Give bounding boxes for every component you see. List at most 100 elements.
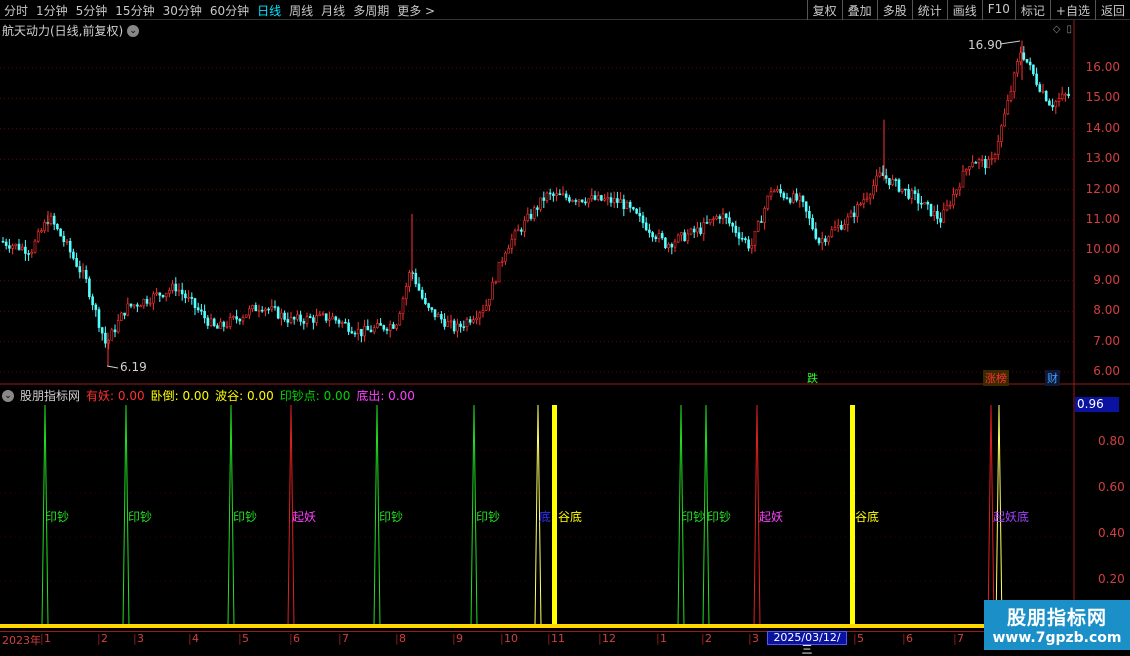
candle-body [184,293,187,299]
candle-body [337,319,341,324]
chevron-down-icon[interactable]: ⌄ [2,389,14,402]
candle-body [1032,64,1035,75]
signal-label-yinchao: 印钞 [476,510,501,524]
indicator-title-bar: ⌄ 股朋指标网 有妖: 0.00 卧倒: 0.00 波谷: 0.00 印钞点: 0.0… [2,387,415,404]
candle-body [625,201,629,210]
time-month: 12 [602,632,616,645]
candle-body [283,312,286,320]
kline-chart[interactable] [0,0,1130,650]
candle-body [78,266,82,273]
candle-body [260,309,264,312]
candle-body [81,270,85,273]
candle-body [200,309,203,312]
candle-body [584,201,587,204]
indicator-field-0: 有妖: 0.00 [86,389,145,403]
candle-body [824,238,827,242]
candle-body [350,331,354,334]
indicator-baseline [0,624,985,628]
candle-body [126,303,130,316]
die-badge[interactable]: 跌 [805,370,820,386]
candle-body [1000,125,1003,142]
watermark-name: 股朋指标网 [1006,607,1107,629]
candle-body [392,324,395,329]
candle-body [270,306,274,310]
candle-body [324,313,328,321]
candle-body [257,309,261,312]
candle-body [1064,93,1067,96]
candle-body [843,224,846,230]
candle-body [868,194,872,199]
signal-label-yinchao: 印钞 [379,510,404,524]
candle-body [686,233,690,242]
candle-body [849,212,853,218]
candle-body [977,159,981,164]
candle-body [321,313,325,316]
candle-body [865,197,869,200]
candle-body [452,320,456,332]
watermark-url: www.7gpzb.com [992,630,1122,646]
candle-body [529,213,533,219]
candle-body [532,207,536,219]
cai-badge[interactable]: 财 [1045,370,1060,386]
candle-body [155,292,158,295]
candle-body [974,162,978,164]
candle-body [654,236,658,240]
time-tick: | [289,632,293,645]
candle-body [312,317,315,323]
indicator-fields: 有妖: 0.00 卧倒: 0.00 波谷: 0.00 印钞点: 0.00 底出: 0.0… [86,387,415,404]
candle-body [180,289,184,295]
candle-body [545,192,549,201]
candle-body [939,218,942,223]
candle-body [171,283,174,291]
candle-body [715,216,718,220]
candle-body [993,154,997,159]
candle-body [628,201,632,208]
candle-body [68,241,72,253]
candle-body [692,228,696,233]
candle-body [40,230,43,233]
price-tick: 8.00 [1093,303,1120,318]
candle-body [401,298,405,314]
candle-body [1028,61,1032,66]
time-month: 1 [660,632,667,645]
candle-body [206,317,210,326]
candle-body [8,245,11,249]
candle-body [788,198,792,203]
candle-body [622,199,626,210]
time-tick: | [133,632,137,645]
candle-body [820,238,824,244]
candle-body [600,195,603,201]
candle-body [670,243,674,248]
watermark-logo: 股朋指标网 www.7gpzb.com [984,600,1130,650]
candle-body [347,322,350,332]
indicator-field-1: 卧倒: 0.00 [150,389,210,403]
candle-body [1025,59,1029,63]
candle-body [315,315,318,323]
candle-body [168,290,171,294]
zhangbang-badge[interactable]: 涨榜 [983,370,1009,386]
candle-body [552,193,555,196]
candle-body [56,223,59,230]
indicator-tick: 0.40 [1098,525,1125,540]
candle-body [744,238,747,241]
candle-body [955,189,958,195]
candle-body [472,319,475,323]
time-month: 2 [101,632,108,645]
candle-body [43,221,46,231]
time-tick: | [902,632,906,645]
candle-body [555,193,558,196]
candle-body [139,305,142,308]
candle-body [916,193,920,204]
candle-body [110,329,114,341]
price-tick: 15.00 [1085,90,1120,105]
candle-body [225,326,229,328]
candle-body [123,312,126,316]
candle-body [702,222,706,234]
candle-body [990,158,994,160]
candle-body [1067,93,1070,96]
candle-body [513,230,517,240]
candle-body [680,232,683,236]
candle-body [1003,113,1006,127]
candle-body [116,320,120,333]
candle-body [766,195,770,209]
